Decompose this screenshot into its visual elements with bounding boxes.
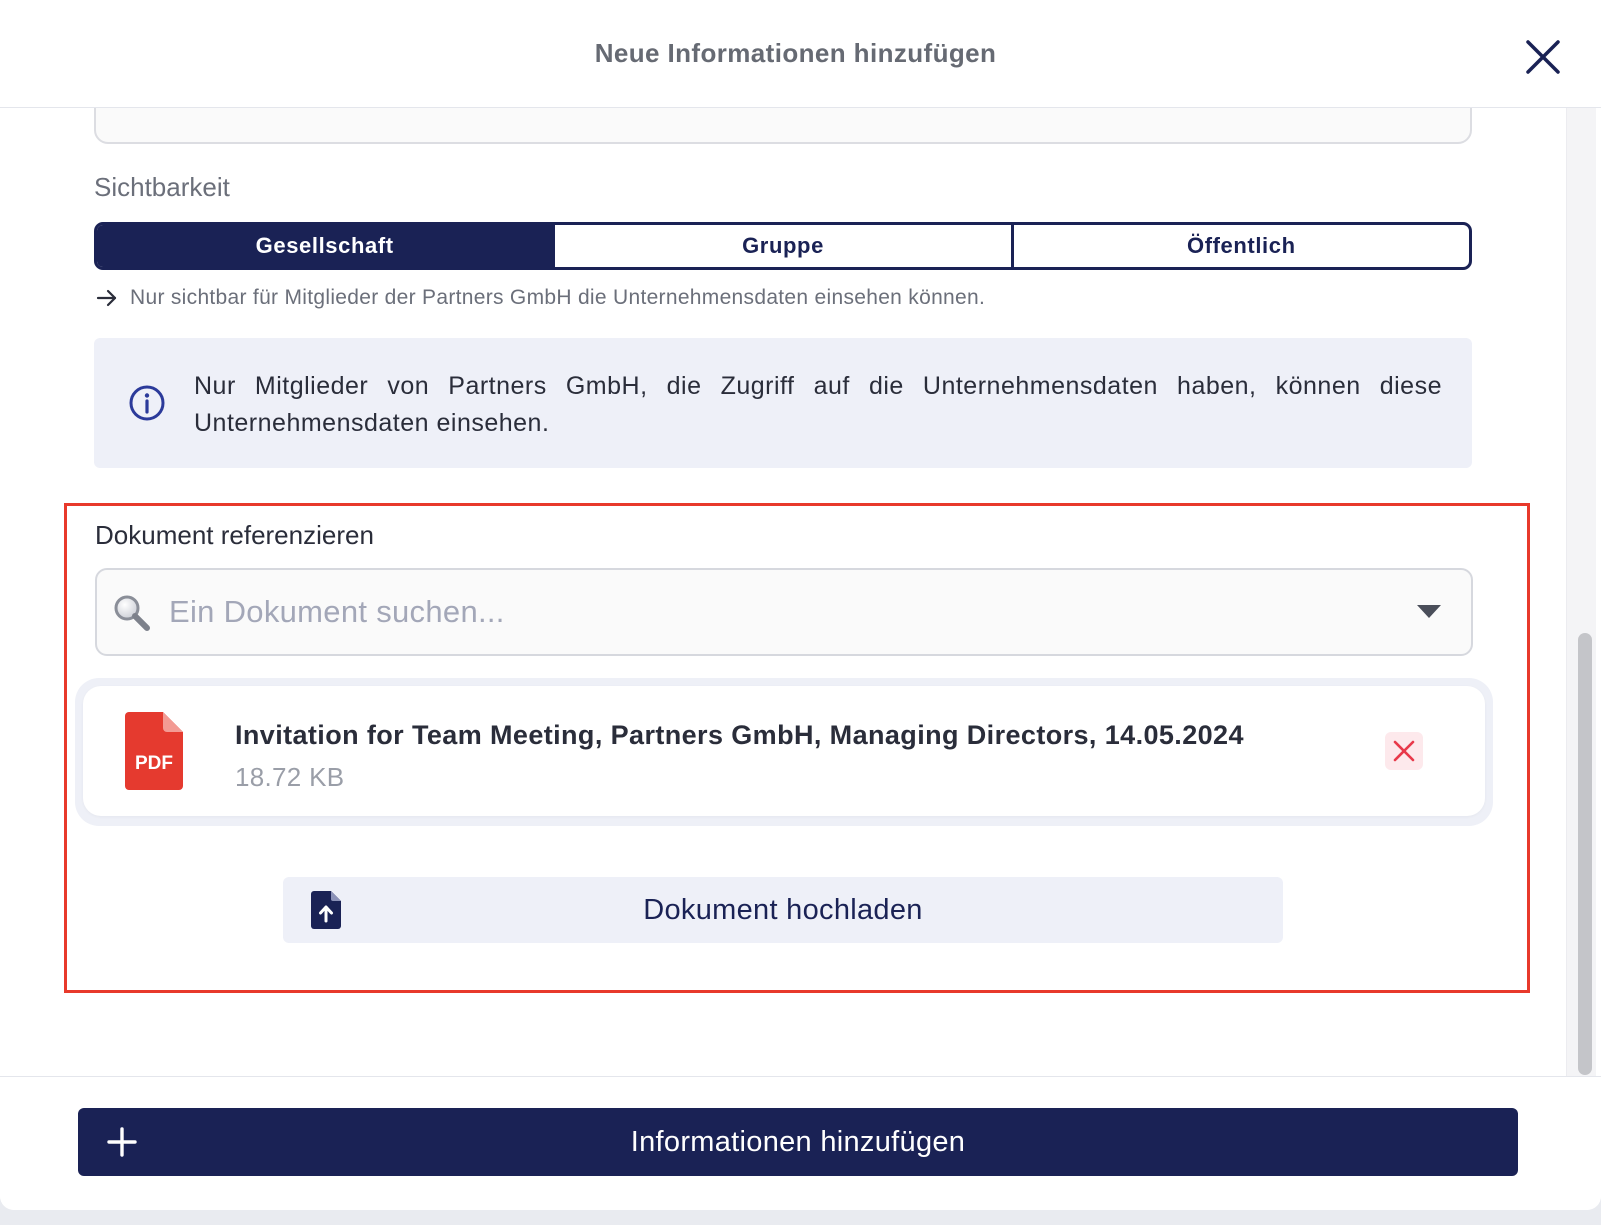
- info-notice: Nur Mitglieder von Partners GmbH, die Zu…: [94, 338, 1472, 468]
- close-icon: [1526, 40, 1560, 74]
- visibility-hint-text: Nur sichtbar für Mitglieder der Partners…: [130, 286, 986, 309]
- remove-file-button[interactable]: [1385, 732, 1423, 770]
- close-icon: [1393, 740, 1415, 762]
- search-icon: [114, 595, 150, 631]
- chevron-down-icon[interactable]: [1417, 605, 1441, 618]
- modal-footer: Informationen hinzufügen: [0, 1076, 1601, 1210]
- add-information-button[interactable]: Informationen hinzufügen: [78, 1108, 1518, 1176]
- visibility-option-gesellschaft[interactable]: Gesellschaft: [97, 225, 553, 267]
- info-notice-text: Nur Mitglieder von Partners GmbH, die Zu…: [194, 372, 1442, 437]
- document-search-input[interactable]: Ein Dokument suchen...: [95, 568, 1473, 656]
- document-reference-label: Dokument referenzieren: [95, 520, 374, 550]
- attached-file-card: PDF Invitation for Team Meeting, Partner…: [75, 678, 1493, 826]
- plus-icon: [107, 1127, 137, 1157]
- document-search-placeholder: Ein Dokument suchen...: [169, 594, 505, 629]
- pdf-file-icon: PDF: [125, 712, 183, 790]
- file-size: 18.72 KB: [235, 762, 345, 792]
- scrollbar-thumb[interactable]: [1578, 633, 1592, 1075]
- file-upload-icon: [311, 891, 341, 929]
- close-button[interactable]: [1524, 38, 1562, 76]
- upload-document-button[interactable]: Dokument hochladen: [283, 877, 1283, 943]
- attached-file: PDF Invitation for Team Meeting, Partner…: [83, 686, 1485, 816]
- info-icon: [129, 385, 165, 421]
- visibility-option-oeffentlich[interactable]: Öffentlich: [1010, 225, 1469, 267]
- file-name: Invitation for Team Meeting, Partners Gm…: [235, 720, 1244, 750]
- add-information-label: Informationen hinzufügen: [630, 1125, 966, 1158]
- upload-document-label: Dokument hochladen: [643, 893, 923, 926]
- previous-field[interactable]: [94, 108, 1472, 144]
- visibility-selector: Gesellschaft Gruppe Öffentlich: [94, 222, 1472, 270]
- visibility-option-gruppe[interactable]: Gruppe: [552, 225, 1010, 267]
- add-information-modal: Neue Informationen hinzufügen Sichtbarke…: [0, 0, 1601, 1210]
- document-reference-section: Dokument referenzieren Ein Dokument such…: [64, 503, 1530, 993]
- visibility-hint: Nur sichtbar für Mitglieder der Partners…: [96, 286, 985, 310]
- visibility-label: Sichtbarkeit: [94, 172, 230, 202]
- modal-title: Neue Informationen hinzufügen: [594, 38, 997, 68]
- pdf-badge-text: PDF: [135, 753, 173, 774]
- arrow-right-icon: [96, 289, 117, 307]
- modal-header: Neue Informationen hinzufügen: [0, 0, 1601, 108]
- modal-body[interactable]: Sichtbarkeit Gesellschaft Gruppe Öffentl…: [0, 108, 1601, 1076]
